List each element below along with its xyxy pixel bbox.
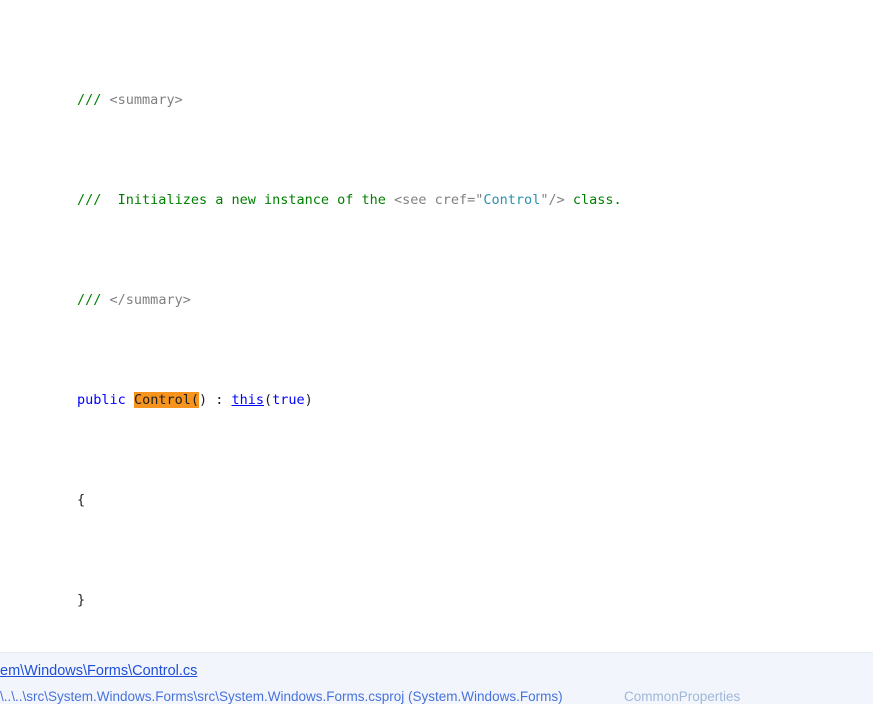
see-tag-open: <see cref=" bbox=[394, 192, 484, 208]
doc-comment-tag: <summary> bbox=[109, 92, 183, 108]
code-line[interactable]: } bbox=[0, 590, 873, 610]
keyword-public: public bbox=[77, 392, 126, 408]
paren-close: ) bbox=[304, 392, 313, 408]
code-line[interactable]: { bbox=[0, 490, 873, 510]
code-line[interactable]: /// Initializes a new instance of the <s… bbox=[0, 190, 873, 210]
cref-target-control: Control bbox=[483, 192, 541, 208]
doc-comment-slashes: /// bbox=[77, 292, 110, 308]
doc-comment-slashes: /// bbox=[77, 92, 110, 108]
see-tag-close: "/> bbox=[540, 192, 565, 208]
keyword-true: true bbox=[272, 392, 305, 408]
doc-comment-text-tail: class. bbox=[564, 192, 622, 208]
keyword-this[interactable]: this bbox=[232, 392, 265, 408]
doc-comment-text: Initializes a new instance of the bbox=[117, 192, 395, 208]
file-path-link[interactable]: em\Windows\Forms\Control.cs bbox=[0, 663, 197, 679]
code-lines-container: /// <summary> /// Initializes a new inst… bbox=[0, 10, 873, 704]
highlighted-symbol-control-primary[interactable]: Control( bbox=[133, 392, 199, 408]
ctor-args: ) : bbox=[198, 392, 232, 408]
doc-comment-slashes: /// bbox=[77, 192, 118, 208]
doc-comment-tag-close: </summary> bbox=[109, 292, 191, 308]
brace-open: { bbox=[77, 492, 86, 508]
project-path-text: \..\..\src\System.Windows.Forms\src\Syst… bbox=[0, 689, 563, 704]
paren-open: ( bbox=[264, 392, 273, 408]
code-editor-surface[interactable]: /// <summary> /// Initializes a new inst… bbox=[0, 0, 873, 704]
code-line[interactable]: public Control() : this(true) bbox=[0, 390, 873, 410]
code-line[interactable]: /// </summary> bbox=[0, 290, 873, 310]
code-line[interactable]: /// <summary> bbox=[0, 90, 873, 110]
navigate-to-result-panel[interactable]: em\Windows\Forms\Control.cs \..\..\src\S… bbox=[0, 652, 873, 704]
ghost-overlap-text: CommonProperties bbox=[624, 689, 741, 704]
brace-close: } bbox=[77, 592, 86, 608]
